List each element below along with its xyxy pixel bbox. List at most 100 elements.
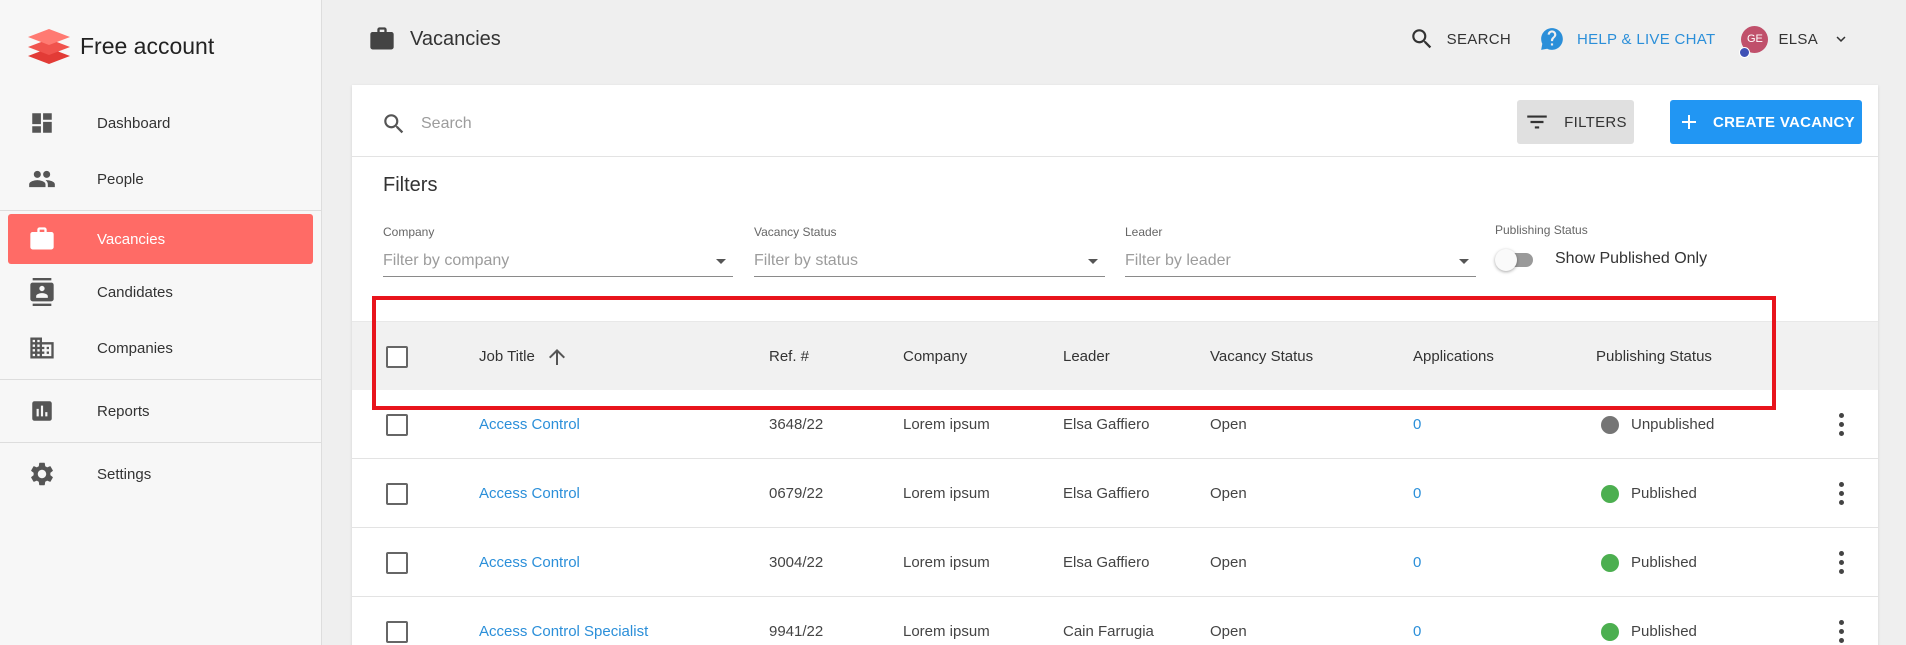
job-title-link[interactable]: Access Control Specialist [479, 597, 648, 645]
column-label: Publishing Status [1596, 348, 1712, 365]
column-applications[interactable]: Applications [1413, 322, 1494, 391]
sidebar-item-vacancies[interactable]: Vacancies [8, 214, 313, 264]
ref-cell: 3648/22 [769, 416, 824, 433]
dashboard-icon [28, 109, 56, 137]
column-ref[interactable]: Ref. # [769, 322, 809, 391]
sidebar-item-label: People [97, 170, 144, 188]
more-vert-icon[interactable] [1831, 617, 1851, 645]
published-dot-icon [1601, 484, 1619, 503]
row-checkbox[interactable] [386, 482, 408, 505]
table-row[interactable]: Access Control 0679/22 Lorem ipsum Elsa … [352, 459, 1878, 528]
column-vacancy-status[interactable]: Vacancy Status [1210, 322, 1313, 391]
column-leader[interactable]: Leader [1063, 322, 1110, 391]
job-title-link[interactable]: Access Control [479, 528, 580, 597]
column-company[interactable]: Company [903, 322, 967, 391]
contact-card-icon [28, 278, 56, 306]
sidebar-nav: Dashboard People Vacancies Candidates Co… [0, 95, 321, 502]
sidebar-item-companies[interactable]: Companies [0, 320, 321, 376]
sidebar-item-reports[interactable]: Reports [0, 383, 321, 439]
more-vert-icon[interactable] [1831, 410, 1851, 440]
applications-link[interactable]: 0 [1413, 390, 1421, 459]
column-job-title[interactable]: Job Title [479, 322, 569, 391]
user-badge-icon [1739, 46, 1751, 58]
applications-link[interactable]: 0 [1413, 597, 1421, 645]
column-label: Job Title [479, 348, 535, 365]
create-vacancy-button[interactable]: CREATE VACANCY [1670, 100, 1862, 144]
job-title-link[interactable]: Access Control [479, 390, 580, 459]
avatar: GE [1739, 25, 1769, 58]
row-actions-cell [1831, 390, 1851, 459]
vacancies-card: FILTERS CREATE VACANCY Filters Company F… [352, 85, 1878, 645]
help-live-chat-button[interactable]: HELP & LIVE CHAT [1539, 26, 1715, 52]
help-bubble-icon [1541, 28, 1563, 50]
brand-name: Free account [80, 32, 215, 59]
table-row[interactable]: Access Control 3648/22 Lorem ipsum Elsa … [352, 390, 1878, 459]
status-filter-select[interactable]: Filter by status [754, 245, 1105, 277]
filters-button[interactable]: FILTERS [1517, 100, 1634, 144]
people-icon [28, 165, 56, 193]
sidebar-item-dashboard[interactable]: Dashboard [0, 95, 321, 151]
company-filter-select[interactable]: Filter by company [383, 245, 733, 277]
table-row[interactable]: Access Control 3004/22 Lorem ipsum Elsa … [352, 528, 1878, 597]
search-input[interactable] [421, 115, 1121, 133]
status-filter-placeholder: Filter by status [754, 251, 859, 269]
publishing-status-text: Published [1631, 554, 1697, 571]
show-published-toggle[interactable] [1495, 249, 1537, 271]
global-search-button[interactable]: SEARCH [1409, 26, 1511, 52]
column-label: Applications [1413, 348, 1494, 365]
nav-divider [0, 442, 321, 443]
row-select-cell [386, 390, 408, 459]
publishing-filter-label: Publishing Status [1495, 223, 1588, 237]
gear-icon [28, 460, 56, 488]
company-filter-placeholder: Filter by company [383, 251, 510, 269]
user-menu[interactable]: GE ELSA [1739, 25, 1850, 58]
leader-filter: Leader Filter by leader [1125, 225, 1476, 277]
company-cell: Lorem ipsum [903, 416, 990, 433]
briefcase-icon [28, 225, 56, 253]
table-row[interactable]: Access Control Specialist 9941/22 Lorem … [352, 597, 1878, 645]
nav-divider [0, 210, 321, 211]
sidebar-item-people[interactable]: People [0, 151, 321, 207]
search-box [381, 111, 1181, 137]
more-vert-icon[interactable] [1831, 479, 1851, 509]
row-actions-cell [1831, 528, 1851, 597]
ref-cell: 9941/22 [769, 623, 824, 640]
more-vert-icon[interactable] [1831, 548, 1851, 578]
table-header: Job Title Ref. # Company Leader Vacancy … [352, 321, 1878, 390]
show-published-label: Show Published Only [1555, 250, 1708, 267]
dropdown-arrow-icon [1459, 258, 1469, 264]
publishing-status-text: Published [1631, 485, 1697, 502]
publishing-filter: Publishing Status Show Published Only [1495, 223, 1825, 275]
leader-filter-select[interactable]: Filter by leader [1125, 245, 1476, 277]
select-all-checkbox[interactable] [386, 345, 408, 368]
brand[interactable]: Free account [26, 26, 214, 66]
leader-filter-placeholder: Filter by leader [1125, 251, 1231, 269]
sidebar-item-settings[interactable]: Settings [0, 446, 321, 502]
sidebar-item-label: Dashboard [97, 114, 171, 132]
status-cell: Open [1210, 554, 1247, 571]
row-checkbox[interactable] [386, 551, 408, 574]
job-title-link[interactable]: Access Control [479, 459, 580, 528]
row-checkbox[interactable] [386, 413, 408, 436]
page-header: Vacancies [368, 25, 501, 53]
column-label: Leader [1063, 348, 1110, 365]
building-icon [28, 334, 56, 362]
avatar-initials: GE [1746, 33, 1763, 45]
published-dot-icon [1601, 553, 1619, 572]
status-cell: Open [1210, 485, 1247, 502]
sidebar-item-candidates[interactable]: Candidates [0, 264, 321, 320]
row-checkbox[interactable] [386, 620, 408, 643]
column-publishing-status[interactable]: Publishing Status [1596, 322, 1712, 391]
leader-cell: Elsa Gaffiero [1063, 416, 1150, 433]
sidebar: Free account Dashboard People Vacancies [0, 0, 322, 645]
company-cell: Lorem ipsum [903, 554, 990, 571]
sidebar-item-label: Vacancies [97, 230, 166, 248]
company-cell: Lorem ipsum [903, 485, 990, 502]
applications-link[interactable]: 0 [1413, 528, 1421, 597]
status-cell: Open [1210, 416, 1247, 433]
plus-icon [1682, 115, 1696, 129]
column-label: Vacancy Status [1210, 348, 1314, 365]
sort-arrow-up-icon [548, 348, 565, 365]
applications-link[interactable]: 0 [1413, 459, 1421, 528]
page-title: Vacancies [410, 27, 501, 50]
